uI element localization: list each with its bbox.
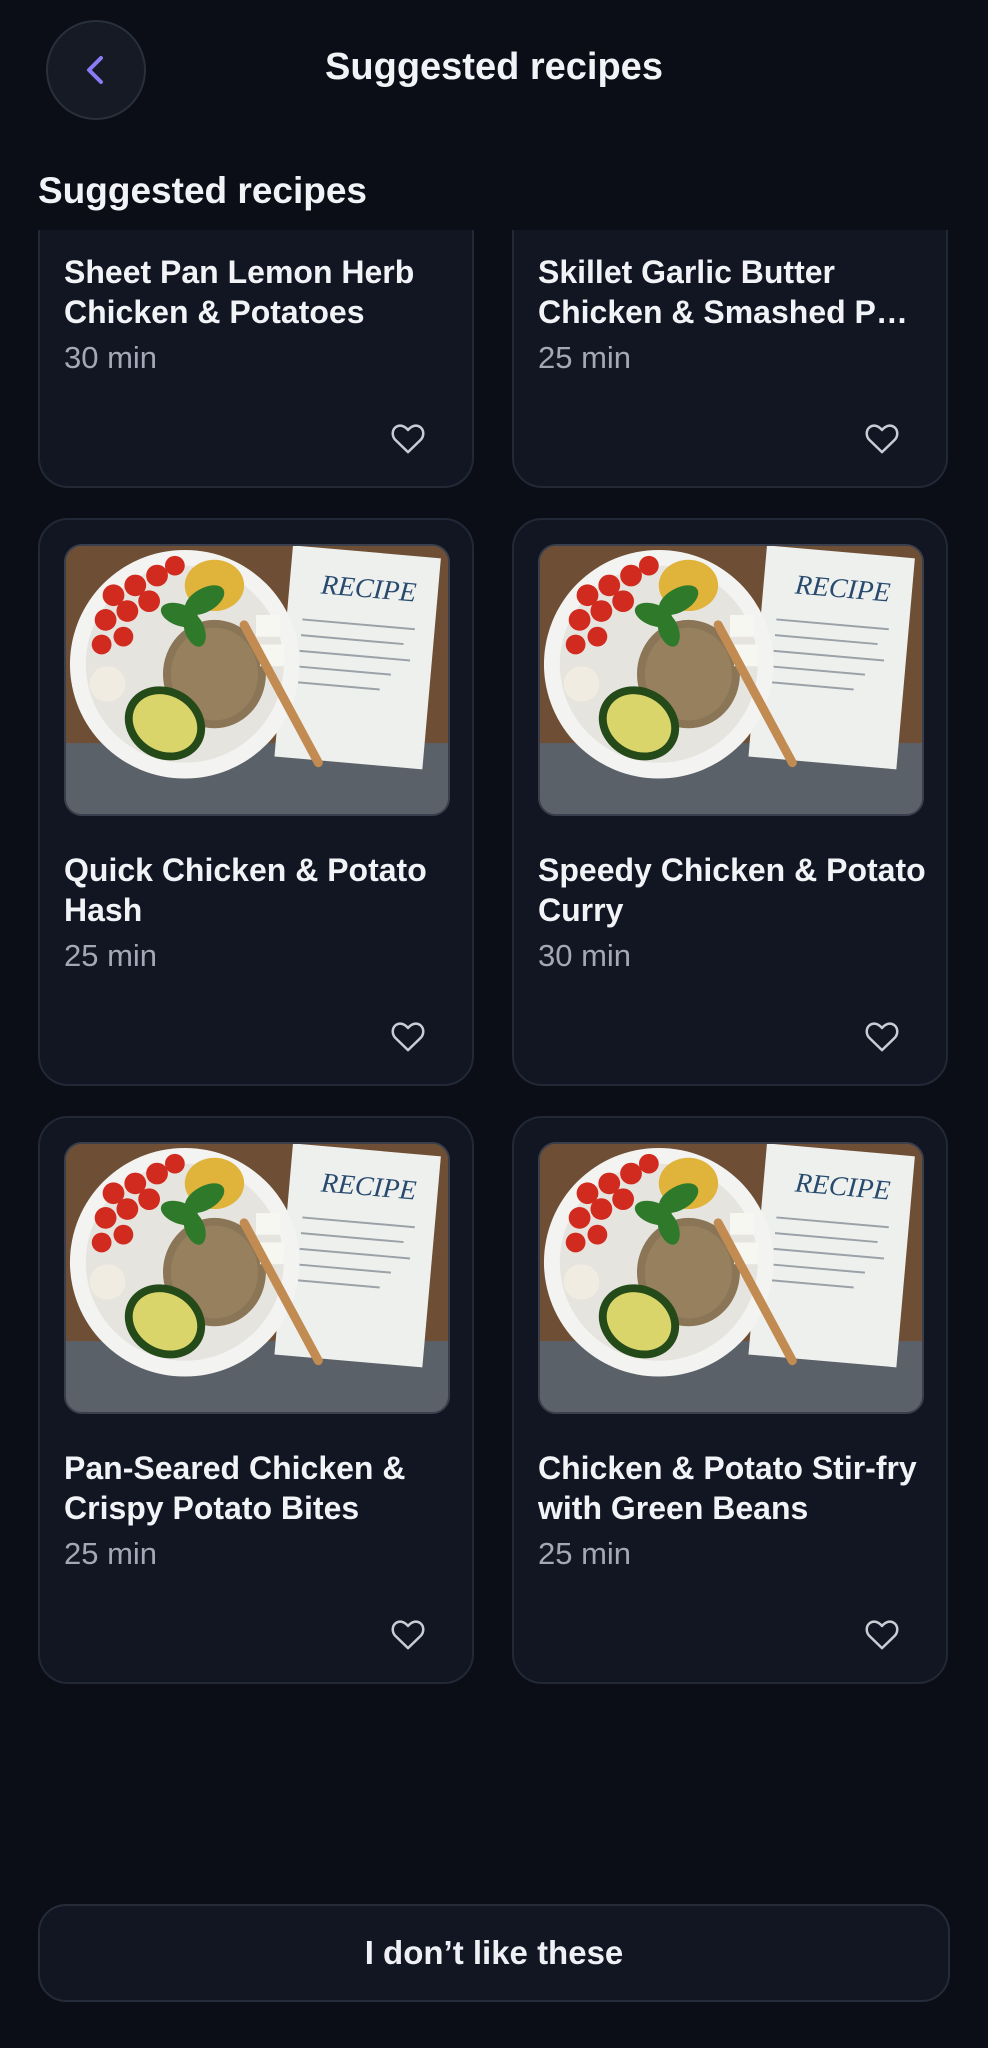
- recipe-time: 25 min: [64, 1536, 158, 1571]
- heart-outline-icon: [391, 424, 425, 454]
- recipe-image: RECIPE: [538, 1142, 924, 1414]
- recipe-card[interactable]: RECIPE: [512, 1116, 948, 1684]
- recipe-card[interactable]: RECIPE: [38, 518, 474, 1086]
- heart-outline-icon: [391, 1022, 425, 1052]
- recipe-image: RECIPE: [64, 1142, 450, 1414]
- recipe-title: Sheet Pan Lemon Herb Chicken & Potatoes: [64, 254, 415, 330]
- page-title: Suggested recipes: [325, 46, 663, 88]
- recipe-image: RECIPE: [538, 544, 924, 816]
- favorite-button[interactable]: [386, 416, 430, 460]
- dislike-button[interactable]: I don’t like these: [38, 1904, 950, 2002]
- heart-outline-icon: [865, 1022, 899, 1052]
- recipe-image: RECIPE: [64, 544, 450, 816]
- recipe-grid: RECIPE: [38, 230, 948, 1684]
- favorite-button[interactable]: [860, 1612, 904, 1656]
- favorite-button[interactable]: [860, 1014, 904, 1058]
- recipe-time: 25 min: [64, 938, 158, 973]
- recipe-card[interactable]: RECIPE: [512, 230, 948, 488]
- header: Suggested recipes: [0, 0, 988, 140]
- favorite-button[interactable]: [386, 1014, 430, 1058]
- section-title: Suggested recipes: [38, 170, 368, 211]
- recipe-list[interactable]: RECIPE: [0, 230, 988, 1870]
- recipe-title: Chicken & Potato Stir-fry with Green Bea…: [538, 1450, 917, 1526]
- recipe-card[interactable]: RECIPE: [38, 1116, 474, 1684]
- recipe-card[interactable]: RECIPE: [512, 518, 948, 1086]
- heart-outline-icon: [865, 424, 899, 454]
- heart-outline-icon: [391, 1620, 425, 1650]
- recipe-time: 30 min: [538, 938, 632, 973]
- recipe-time: 25 min: [538, 340, 632, 375]
- heart-outline-icon: [865, 1620, 899, 1650]
- recipe-title: Skillet Garlic Butter Chicken & Smashed …: [538, 254, 908, 330]
- recipe-time: 25 min: [538, 1536, 632, 1571]
- favorite-button[interactable]: [386, 1612, 430, 1656]
- recipe-title: Quick Chicken & Potato Hash: [64, 852, 427, 928]
- recipe-title: Speedy Chicken & Potato Curry: [538, 852, 926, 928]
- recipe-title: Pan-Seared Chicken & Crispy Potato Bites: [64, 1450, 406, 1526]
- recipe-time: 30 min: [64, 340, 158, 375]
- recipe-card[interactable]: RECIPE: [38, 230, 474, 488]
- favorite-button[interactable]: [860, 416, 904, 460]
